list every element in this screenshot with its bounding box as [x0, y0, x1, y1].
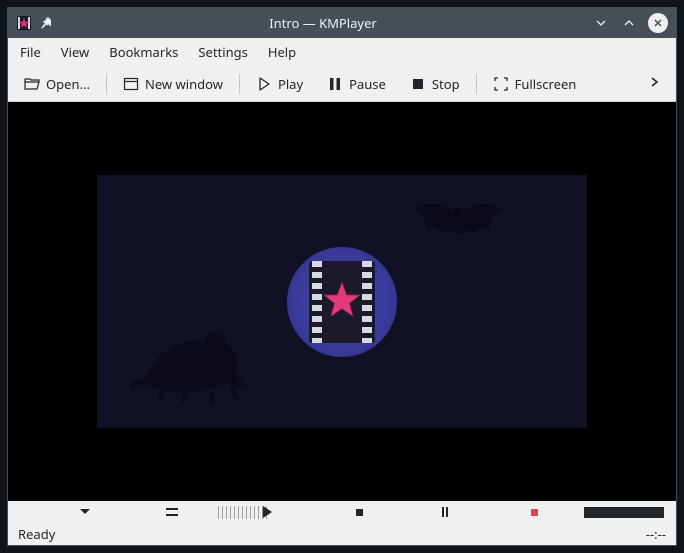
app-window: Intro — KMPlayer File View Bookmarks Set… — [7, 7, 677, 546]
splash-screen — [97, 175, 587, 428]
filmstrip-icon — [309, 261, 375, 343]
pause-label: Pause — [349, 75, 386, 93]
window-controls — [592, 13, 668, 33]
menu-bookmarks[interactable]: Bookmarks — [99, 39, 188, 65]
star-icon — [322, 280, 362, 324]
seek-thumb[interactable] — [263, 506, 272, 518]
minimize-button[interactable] — [592, 14, 610, 32]
play-button[interactable]: Play — [246, 70, 313, 98]
time-display: --:-- — [646, 525, 666, 543]
stop-button[interactable]: Stop — [400, 70, 470, 98]
toolbar-separator — [239, 74, 240, 94]
stop-icon — [410, 76, 426, 92]
open-label: Open... — [46, 75, 90, 93]
fullscreen-button[interactable]: Fullscreen — [483, 70, 587, 98]
menu-file[interactable]: File — [16, 39, 51, 65]
control-pause-button[interactable] — [436, 503, 454, 521]
pin-icon[interactable] — [40, 16, 54, 30]
app-icon — [16, 15, 32, 31]
toolbar: Open... New window Play Pause Stop — [8, 66, 676, 102]
new-window-icon — [123, 76, 139, 92]
window-title: Intro — KMPlayer — [54, 14, 592, 32]
new-window-label: New window — [145, 75, 223, 93]
fullscreen-label: Fullscreen — [515, 75, 577, 93]
control-stop-button[interactable] — [350, 503, 368, 521]
fullscreen-icon — [493, 76, 509, 92]
menubar: File View Bookmarks Settings Help — [8, 38, 676, 66]
folder-open-icon — [24, 76, 40, 92]
kmplayer-logo — [287, 247, 397, 357]
status-text: Ready — [18, 525, 55, 543]
toolbar-overflow-button[interactable] — [640, 70, 670, 98]
player-controls — [8, 501, 676, 523]
play-icon — [256, 76, 272, 92]
pause-icon — [327, 76, 343, 92]
play-label: Play — [278, 75, 303, 93]
video-area[interactable] — [8, 102, 676, 501]
stop-label: Stop — [432, 75, 460, 93]
collapse-button[interactable] — [76, 503, 94, 521]
seek-slider[interactable] — [218, 506, 268, 519]
open-button[interactable]: Open... — [14, 70, 100, 98]
menu-help[interactable]: Help — [258, 39, 306, 65]
rat-silhouette — [125, 326, 265, 408]
bat-silhouette — [399, 199, 519, 259]
toolbar-separator — [476, 74, 477, 94]
menu-settings[interactable]: Settings — [188, 39, 257, 65]
playlist-button[interactable] — [163, 503, 181, 521]
titlebar: Intro — KMPlayer — [8, 8, 676, 38]
close-button[interactable] — [648, 13, 668, 33]
volume-slider[interactable] — [584, 507, 664, 518]
record-button[interactable] — [525, 503, 543, 521]
new-window-button[interactable]: New window — [113, 70, 233, 98]
statusbar: Ready --:-- — [8, 523, 676, 545]
toolbar-separator — [106, 74, 107, 94]
maximize-button[interactable] — [620, 14, 638, 32]
menu-view[interactable]: View — [51, 39, 99, 65]
pause-button[interactable]: Pause — [317, 70, 396, 98]
